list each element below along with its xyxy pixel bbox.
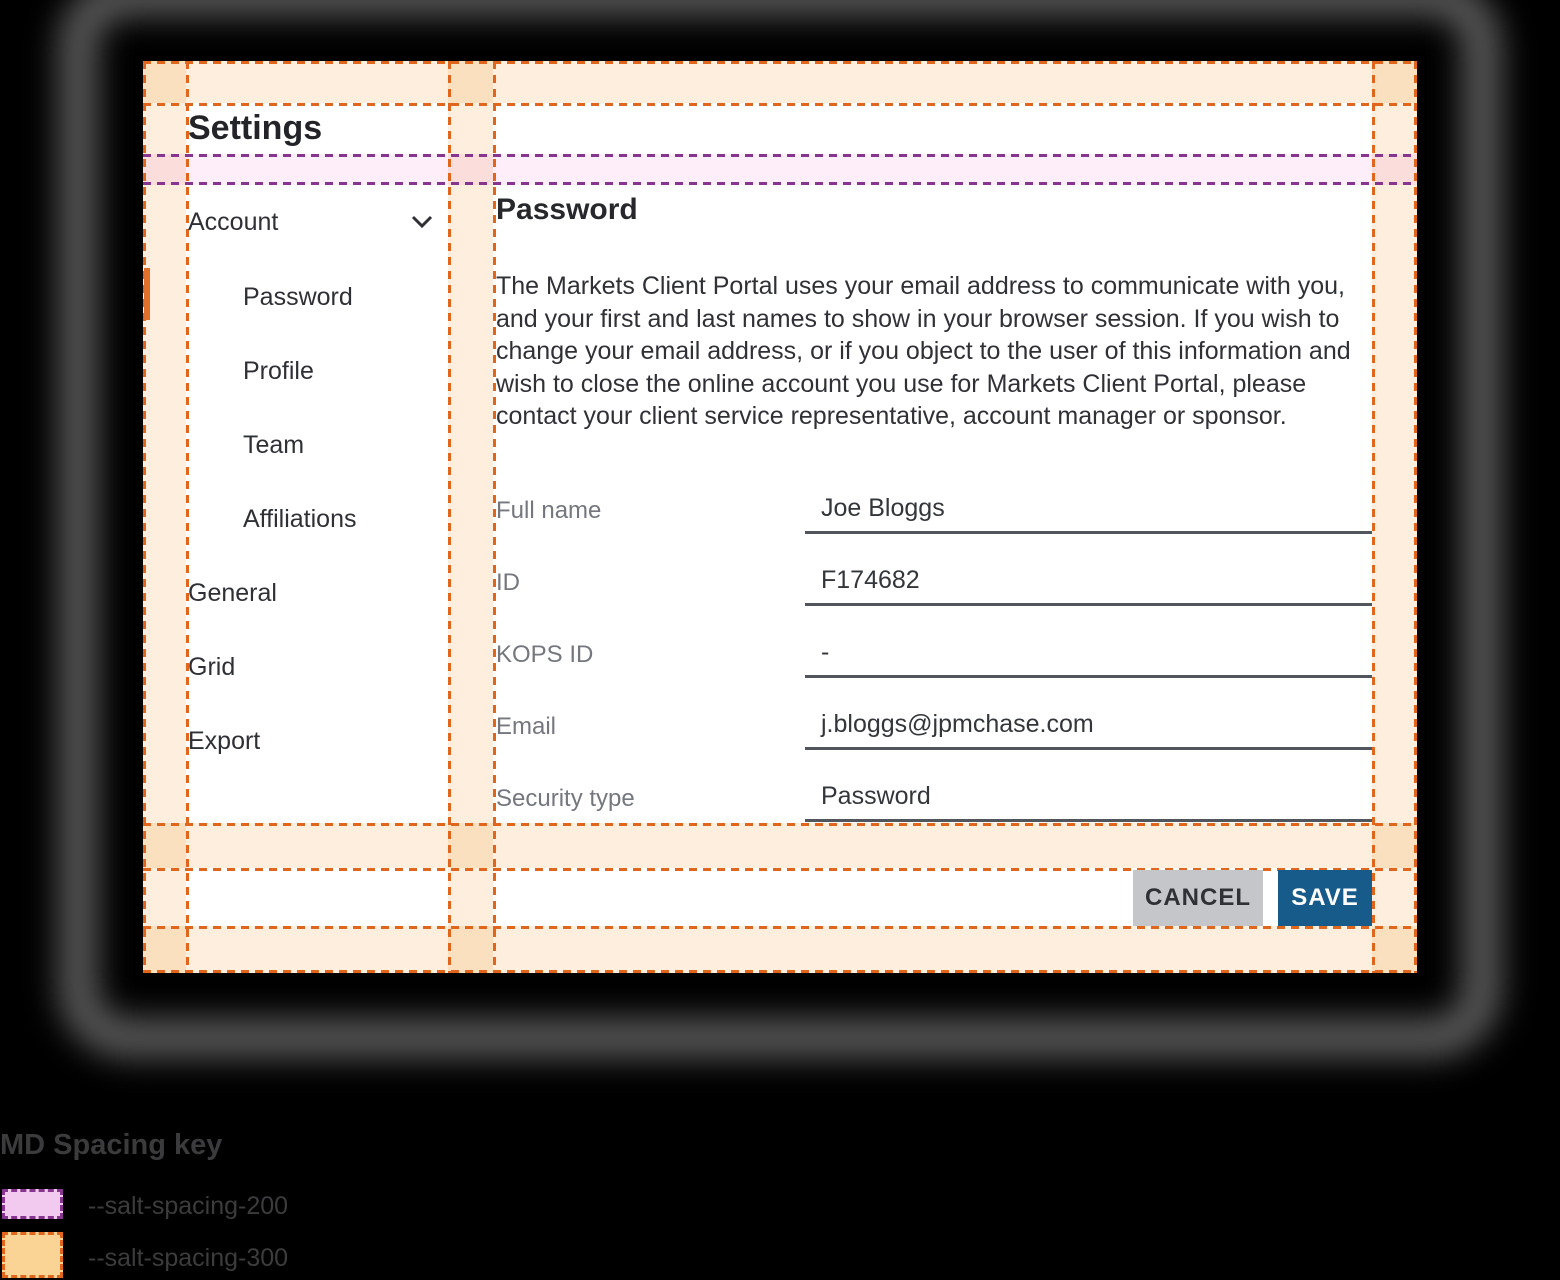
- guide-line-horizontal: [143, 103, 1417, 106]
- chevron-down-icon: [411, 215, 433, 229]
- form-row: ID F174682: [496, 558, 1372, 630]
- security-type-input[interactable]: Password: [805, 774, 1372, 822]
- guide-line-vertical: [1372, 61, 1375, 973]
- sidebar-item-affiliations[interactable]: Affiliations: [243, 503, 357, 535]
- sidebar-item-account[interactable]: Account: [188, 206, 433, 238]
- id-input[interactable]: F174682: [805, 558, 1372, 606]
- legend-label-spacing-300: --salt-spacing-300: [88, 1244, 288, 1273]
- section-heading: Password: [496, 191, 638, 229]
- kops-id-label: KOPS ID: [496, 630, 805, 669]
- form-row: KOPS ID -: [496, 630, 1372, 702]
- sidebar-item-password[interactable]: Password: [243, 281, 353, 313]
- full-name-input[interactable]: Joe Bloggs: [805, 486, 1372, 534]
- active-item-indicator: [144, 268, 150, 320]
- guide-line-vertical: [448, 61, 451, 973]
- sidebar-item-general[interactable]: General: [188, 577, 277, 609]
- email-input[interactable]: j.bloggs@jpmchase.com: [805, 702, 1372, 750]
- sidebar-item-team[interactable]: Team: [243, 429, 304, 461]
- security-type-label: Security type: [496, 774, 805, 813]
- spacing-guide-column-gutter: [448, 61, 493, 973]
- sidebar-item-profile[interactable]: Profile: [243, 355, 314, 387]
- sidebar-item-grid[interactable]: Grid: [188, 651, 235, 683]
- guide-line-vertical: [143, 61, 146, 973]
- spacing-guide-top-margin: [143, 61, 1417, 103]
- spacing-guide-under-title: [143, 154, 1417, 185]
- spacing-guide-left-margin: [143, 61, 186, 973]
- form-row: Full name Joe Bloggs: [496, 486, 1372, 558]
- cancel-button[interactable]: CANCEL: [1133, 870, 1263, 926]
- guide-line-horizontal: [143, 61, 1417, 64]
- full-name-label: Full name: [496, 486, 805, 525]
- kops-id-input[interactable]: -: [805, 630, 1372, 678]
- dialog-title: Settings: [188, 106, 322, 150]
- guide-line-horizontal-purple: [143, 182, 1417, 185]
- section-description: The Markets Client Portal uses your emai…: [496, 270, 1380, 433]
- legend-label-spacing-200: --salt-spacing-200: [88, 1192, 288, 1221]
- email-label: Email: [496, 702, 805, 741]
- spacing-key-title: MD Spacing key: [0, 1129, 222, 1162]
- spacing-guide-right-margin: [1372, 61, 1417, 973]
- legend-swatch-spacing-300: [2, 1232, 63, 1278]
- settings-dialog: Settings Account Password Profile Team A…: [143, 61, 1417, 973]
- form-row: Email j.bloggs@jpmchase.com: [496, 702, 1372, 774]
- guide-line-vertical: [186, 61, 189, 973]
- page: Settings Account Password Profile Team A…: [0, 0, 1560, 1280]
- form-row: Security type Password: [496, 774, 1372, 846]
- sidebar-item-export[interactable]: Export: [188, 725, 260, 757]
- save-button[interactable]: SAVE: [1278, 870, 1372, 926]
- id-label: ID: [496, 558, 805, 597]
- legend-swatch-spacing-200: [2, 1189, 63, 1219]
- guide-line-horizontal: [143, 926, 1417, 929]
- guide-line-horizontal-purple: [143, 154, 1417, 157]
- guide-line-vertical: [1414, 61, 1417, 973]
- spacing-guide-bottom-margin: [143, 926, 1417, 973]
- sidebar-item-label: Account: [188, 206, 278, 238]
- guide-line-horizontal: [143, 970, 1417, 973]
